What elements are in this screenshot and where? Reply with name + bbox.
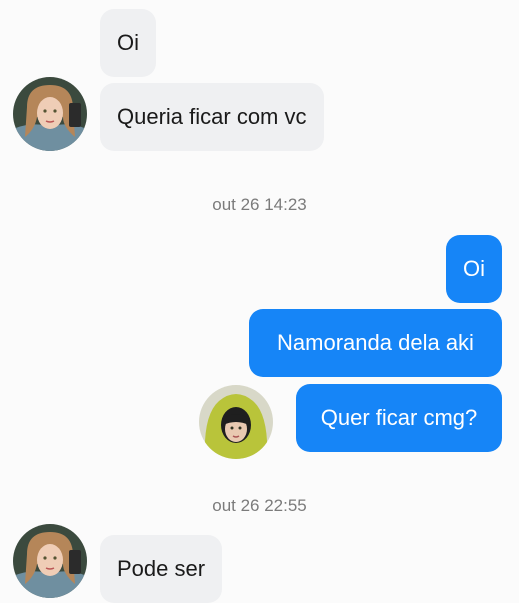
outgoing-message-bubble[interactable]: Namoranda dela aki [249, 309, 502, 377]
incoming-message-bubble[interactable]: Oi [100, 9, 156, 77]
contact-avatar-icon[interactable] [13, 77, 87, 151]
message-timestamp: out 26 22:55 [212, 496, 307, 515]
message-text: Pode ser [117, 556, 206, 581]
message-timestamp: out 26 14:23 [212, 195, 307, 214]
message-text: Namoranda dela aki [277, 330, 474, 355]
outgoing-message-bubble[interactable]: Quer ficar cmg? [296, 384, 502, 452]
message-text: Oi [463, 256, 485, 281]
incoming-message-bubble[interactable]: Pode ser [100, 535, 223, 603]
message-text: Quer ficar cmg? [320, 405, 478, 430]
my-avatar-icon[interactable] [199, 385, 273, 459]
message-text: Oi [117, 30, 139, 55]
contact-avatar-icon[interactable] [13, 524, 87, 598]
message-text: Queria ficar com vc [117, 104, 307, 129]
incoming-message-bubble[interactable]: Queria ficar com vc [100, 83, 324, 151]
outgoing-message-bubble[interactable]: Oi [446, 235, 502, 303]
